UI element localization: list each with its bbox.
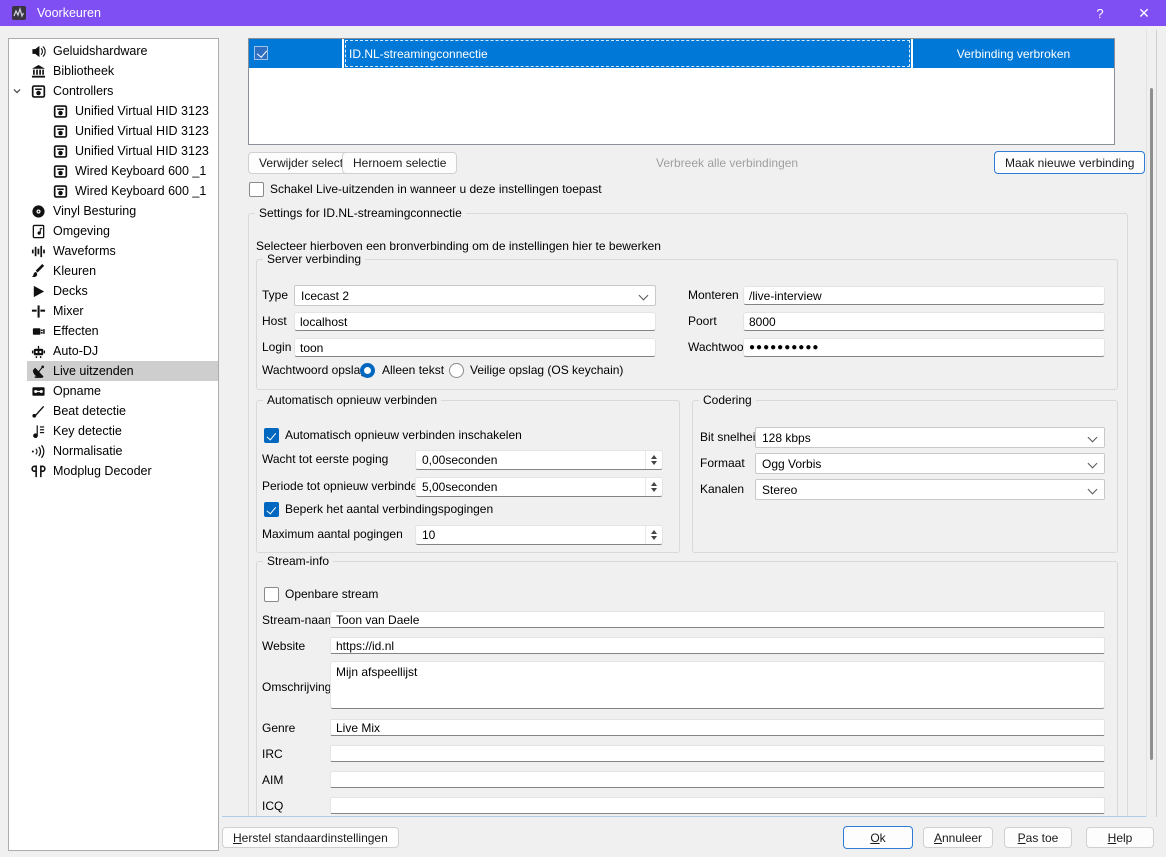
rename-selection-button[interactable]: Hernoem selectie	[342, 152, 458, 174]
public-stream-checkbox[interactable]	[264, 587, 279, 602]
bitrate-value: 128 kbps	[762, 430, 811, 445]
channels-label: Kanalen	[700, 482, 745, 496]
encoding-groupbox: Codering	[692, 394, 1118, 553]
aim-label: AIM	[262, 773, 284, 787]
connection-name: ID.NL-streamingconnectie	[349, 46, 488, 61]
connection-name-cell[interactable]: ID.NL-streamingconnectie	[344, 39, 913, 68]
enable-broadcast-checkbox[interactable]	[249, 182, 264, 197]
website-label: Website	[262, 639, 306, 653]
disconnect-all-button: Verbreek alle verbindingen	[656, 156, 799, 170]
format-combobox[interactable]: Ogg Vorbis	[755, 453, 1105, 474]
connection-status: Verbinding verbroken	[956, 46, 1071, 61]
genre-label: Genre	[262, 721, 296, 735]
settings-group-title: Settings for ID.NL-streamingconnectie	[255, 207, 466, 220]
channels-value: Stereo	[762, 482, 798, 497]
channels-combobox[interactable]: Stereo	[755, 479, 1105, 500]
titlebar-help-button[interactable]: ?	[1078, 0, 1122, 26]
port-label: Poort	[688, 314, 717, 328]
host-field[interactable]	[294, 312, 656, 331]
password-field[interactable]	[743, 338, 1105, 357]
auto-reconnect-checkbox[interactable]	[264, 428, 279, 443]
spinner-arrows-icon[interactable]	[645, 451, 662, 469]
irc-field[interactable]	[330, 745, 1105, 762]
window-title: Voorkeuren	[37, 6, 101, 20]
plain-text-radio-label: Alleen tekst	[382, 363, 445, 377]
aim-field[interactable]	[330, 771, 1105, 788]
bitrate-combobox[interactable]: 128 kbps	[755, 427, 1105, 448]
restore-defaults-button[interactable]: Herstel standaardinstellingen	[222, 827, 399, 848]
close-icon[interactable]: ✕	[1122, 0, 1166, 26]
titlebar: Voorkeuren ? ✕	[0, 0, 1166, 26]
description-label: Omschrijving	[262, 680, 332, 694]
server-group-title: Server verbinding	[263, 253, 366, 266]
max-attempts-value: 10	[422, 528, 436, 542]
secure-storage-radio-label: Veilige opslag (OS keychain)	[470, 363, 624, 377]
limit-attempts-checkbox[interactable]	[264, 502, 279, 517]
connection-enabled-cell[interactable]	[249, 39, 344, 68]
description-field[interactable]: Mijn afspeellijst	[330, 661, 1105, 709]
password-storage-label: Wachtwoord opslag	[262, 363, 367, 377]
vertical-scrollbar[interactable]	[1146, 30, 1157, 817]
login-label: Login	[262, 340, 292, 354]
scroll-area-bottom-edge	[222, 816, 1146, 817]
type-label: Type	[262, 288, 289, 302]
icq-label: ICQ	[262, 799, 284, 813]
connection-enabled-checkbox[interactable]	[254, 46, 268, 60]
scrollbar-thumb[interactable]	[1150, 88, 1153, 760]
stream-name-label: Stream-naam	[262, 613, 335, 627]
settings-hint: Selecteer hierboven een bronverbinding o…	[256, 239, 661, 253]
create-connection-button[interactable]: Maak nieuwe verbinding	[994, 151, 1146, 174]
icq-field[interactable]	[330, 797, 1105, 814]
ok-button[interactable]: Ok	[843, 826, 913, 849]
first-wait-value: 0,00seconden	[422, 453, 498, 467]
first-wait-label: Wacht tot eerste poging	[262, 452, 389, 466]
chevron-down-icon	[638, 290, 649, 301]
type-value: Icecast 2	[301, 288, 350, 303]
auto-reconnect-label: Automatisch opnieuw verbinden inschakele…	[285, 428, 522, 442]
port-field[interactable]	[743, 312, 1105, 331]
connection-row[interactable]: ID.NL-streamingconnectie Verbinding verb…	[249, 39, 1114, 68]
login-field[interactable]	[294, 338, 656, 357]
preferences-dialog: { "titlebar": { "title": "Voorkeuren", "…	[0, 0, 1166, 857]
format-label: Formaat	[700, 456, 745, 470]
genre-field[interactable]	[330, 719, 1105, 736]
irc-label: IRC	[262, 747, 283, 761]
stream-info-group-title: Stream-info	[263, 555, 334, 568]
apply-button[interactable]: Pas toe	[1004, 827, 1072, 848]
mount-label: Monteren	[688, 288, 739, 302]
connection-list[interactable]: ID.NL-streamingconnectie Verbinding verb…	[248, 38, 1115, 145]
first-wait-spinbox[interactable]: 0,00seconden	[415, 450, 663, 470]
app-icon	[11, 5, 27, 21]
chevron-down-icon	[1087, 484, 1098, 495]
type-combobox[interactable]: Icecast 2	[294, 285, 656, 306]
enable-broadcast-label: Schakel Live-uitzenden in wanneer u deze…	[270, 182, 602, 196]
encoding-group-title: Codering	[699, 394, 756, 407]
help-button[interactable]: Help	[1086, 827, 1154, 848]
stream-name-field[interactable]	[330, 611, 1105, 628]
website-field[interactable]	[330, 637, 1105, 654]
plain-text-radio[interactable]	[360, 363, 375, 378]
max-attempts-spinbox[interactable]: 10	[415, 525, 663, 545]
host-label: Host	[262, 314, 287, 328]
spinner-arrows-icon[interactable]	[645, 478, 662, 496]
reconnect-period-value: 5,00seconden	[422, 480, 498, 494]
bitrate-label: Bit snelheid	[700, 430, 763, 444]
limit-attempts-label: Beperk het aantal verbindingspogingen	[285, 502, 494, 516]
reconnect-period-spinbox[interactable]: 5,00seconden	[415, 477, 663, 497]
max-attempts-label: Maximum aantal pogingen	[262, 527, 403, 541]
chevron-down-icon	[1087, 458, 1098, 469]
public-stream-label: Openbare stream	[285, 587, 379, 601]
reconnect-group-title: Automatisch opnieuw verbinden	[263, 394, 442, 407]
mount-field[interactable]	[743, 286, 1105, 305]
secure-storage-radio[interactable]	[449, 363, 464, 378]
spinner-arrows-icon[interactable]	[645, 526, 662, 544]
chevron-down-icon	[1087, 432, 1098, 443]
settings-scroll-area: ID.NL-streamingconnectie Verbinding verb…	[0, 0, 1146, 817]
format-value: Ogg Vorbis	[762, 456, 822, 471]
cancel-button[interactable]: Annuleer	[923, 827, 993, 848]
reconnect-period-label: Periode tot opnieuw verbinden	[262, 479, 425, 493]
